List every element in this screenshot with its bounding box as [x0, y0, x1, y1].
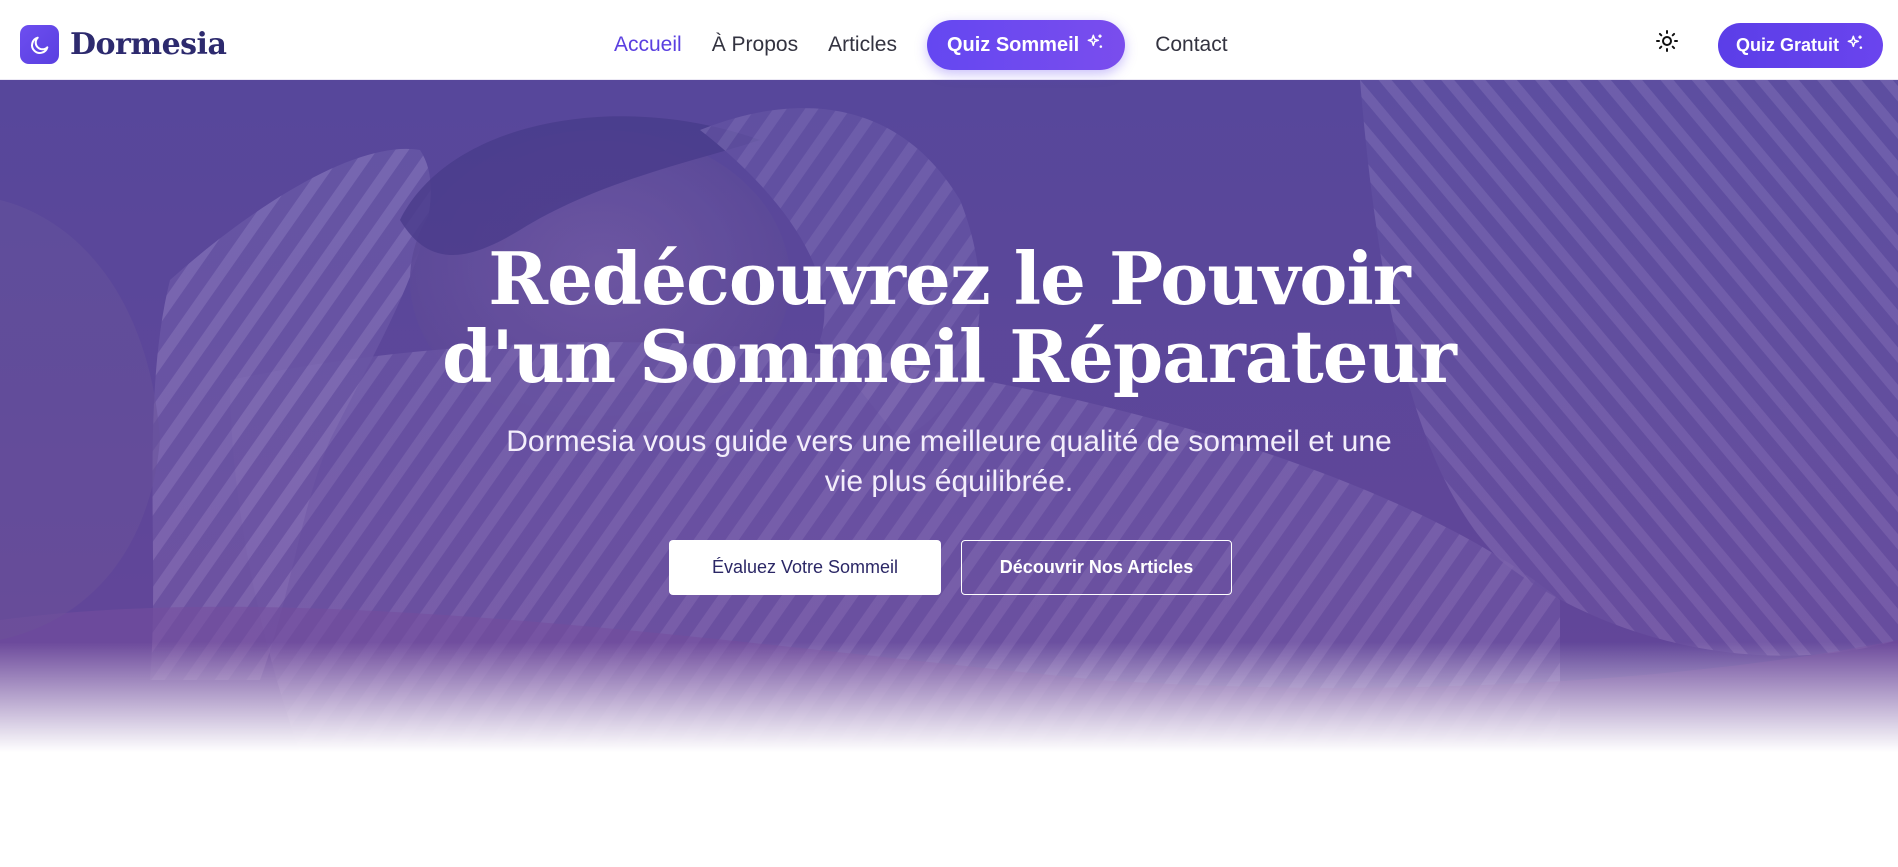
quiz-gratuit-button[interactable]: Quiz Gratuit: [1718, 23, 1883, 68]
hero-title-line1: Redécouvrez le Pouvoir: [488, 236, 1410, 321]
decouvrir-articles-button[interactable]: Découvrir Nos Articles: [961, 540, 1232, 595]
sparkles-icon: [1085, 32, 1105, 58]
sun-icon: [1655, 29, 1679, 58]
hero-section: Redécouvrez le Pouvoir d'un Sommeil Répa…: [0, 80, 1898, 752]
nav-quiz-label: Quiz Sommeil: [946, 33, 1080, 56]
sparkles-icon: [1845, 33, 1865, 58]
hero-bottom-fade: [0, 642, 1898, 752]
brand-name: Dormesia: [70, 27, 227, 62]
hero-title-line2: d'un Sommeil Réparateur: [442, 314, 1457, 399]
nav-item-articles[interactable]: Articles: [828, 33, 897, 57]
nav-item-accueil[interactable]: Accueil: [614, 33, 682, 57]
hero-subtitle: Dormesia vous guide vers une meilleure q…: [469, 422, 1429, 502]
nav-item-a-propos[interactable]: À Propos: [712, 33, 798, 57]
evaluez-sommeil-button[interactable]: Évaluez Votre Sommeil: [669, 540, 941, 595]
hero-title: Redécouvrez le Pouvoir d'un Sommeil Répa…: [0, 240, 1898, 396]
site-header: Dormesia Accueil À Propos Articles Quiz …: [0, 0, 1898, 80]
nav-quiz-sommeil-button[interactable]: Quiz Sommeil: [926, 20, 1126, 70]
quiz-gratuit-label: Quiz Gratuit: [1736, 35, 1839, 55]
theme-toggle-button[interactable]: [1654, 29, 1680, 58]
main-nav: Accueil À Propos Articles Quiz Sommeil C…: [614, 20, 1258, 70]
hero-subtitle-line2: vie plus équilibrée.: [824, 465, 1074, 498]
page-content-area: [0, 752, 1898, 867]
brand-logo-link[interactable]: Dormesia: [20, 25, 227, 64]
hero-subtitle-line1: Dormesia vous guide vers une meilleure q…: [506, 425, 1392, 458]
moon-icon: [20, 25, 59, 64]
nav-item-contact[interactable]: Contact: [1155, 33, 1227, 57]
